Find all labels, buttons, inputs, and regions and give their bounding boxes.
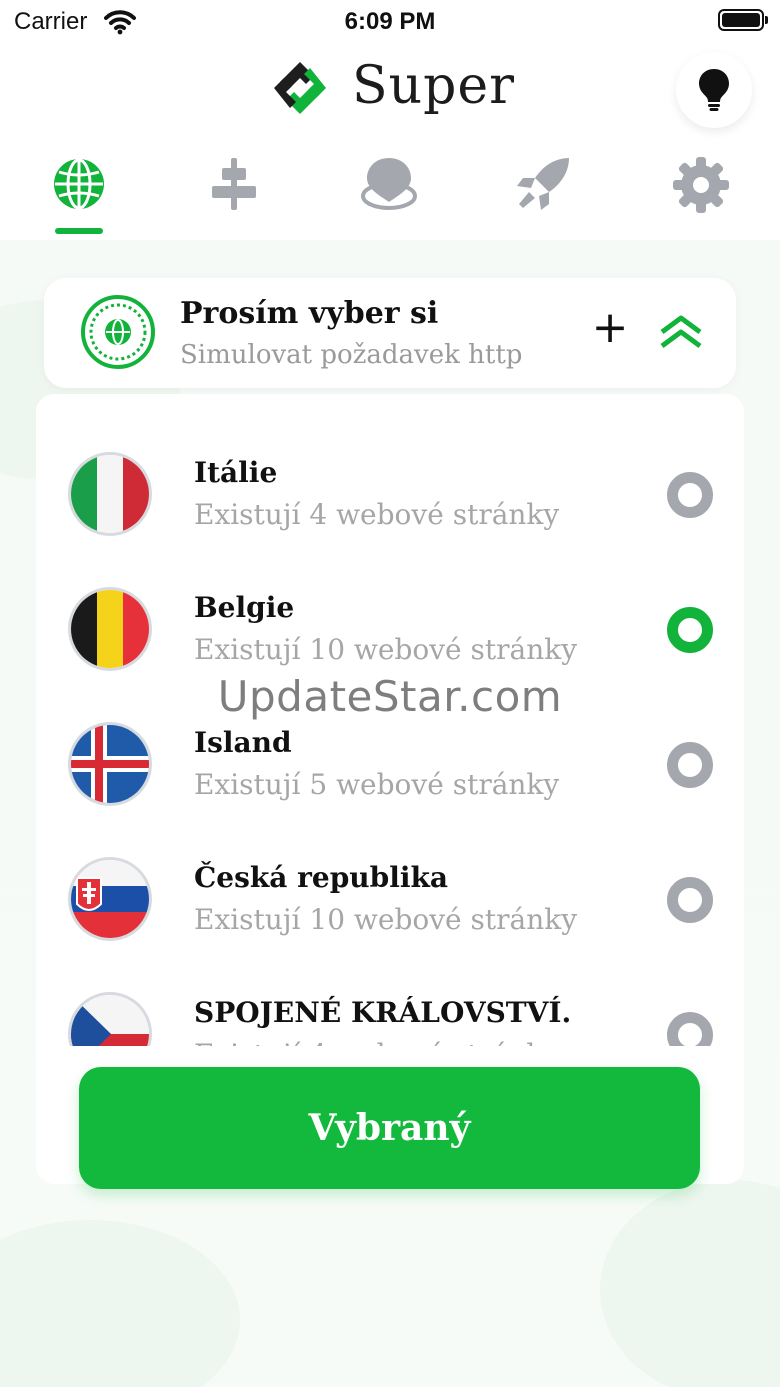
country-list: Itálie Existují 4 webové stránky Belgie Exi… [36,434,744,1046]
globe-badge-icon [81,295,155,369]
country-list-item[interactable]: Itálie Existují 4 webové stránky [36,434,744,569]
lightbulb-icon [699,69,729,111]
country-list-item[interactable]: SPOJENÉ KRÁLOVSTVÍ. Existují 4 webové str… [36,974,744,1046]
background-shape [600,1180,780,1387]
clock-time: 6:09 PM [344,8,436,35]
country-radio-button[interactable] [667,472,713,518]
tab-rocket[interactable] [504,148,584,238]
tab-location[interactable] [349,148,429,238]
tab-align[interactable] [194,148,274,238]
country-radio-button[interactable] [667,1012,713,1046]
location-pin-icon [361,158,417,210]
country-radio-button[interactable] [667,607,713,653]
app-title: Super [352,56,516,116]
country-name: Česká republika [194,861,449,894]
flag-slovakia-icon [68,857,152,941]
tab-bar [0,148,780,240]
country-list-item[interactable]: Island Existují 5 webové stránky [36,704,744,839]
app-screen: Carrier 6:09 PM Super Prosím vyber si Si… [0,0,780,1387]
country-name: Itálie [194,456,278,489]
gear-icon [673,157,729,213]
tab-settings[interactable] [661,148,741,238]
selection-header-card: Prosím vyber si Simulovat požadavek http… [44,278,736,388]
country-name: Belgie [194,591,295,624]
add-button[interactable]: + [590,306,630,352]
collapse-chevron-up-icon[interactable] [658,314,704,350]
country-list-item[interactable]: Česká republika Existují 10 webové stránk… [36,839,744,974]
selector-subtitle: Simulovat požadavek http [180,340,523,370]
app-header: Super [0,44,780,140]
flag-czech-icon [68,992,152,1046]
flag-iceland-icon [68,722,152,806]
country-radio-button[interactable] [667,742,713,788]
battery-tip [765,16,768,24]
rocket-icon [517,158,569,210]
diamond-link-logo-icon [274,62,326,114]
background-shape [0,1220,240,1387]
tip-button[interactable] [676,52,752,128]
country-site-count: Existují 4 webové stránky [194,1038,559,1046]
flag-belgium-icon [68,587,152,671]
country-site-count: Existují 10 webové stránky [194,903,578,936]
country-name: SPOJENÉ KRÁLOVSTVÍ. [194,996,572,1029]
battery-icon [718,9,764,31]
watermark-text: UpdateStar.com [217,672,563,721]
country-list-panel: Itálie Existují 4 webové stránky Belgie Exi… [36,394,744,1184]
country-radio-button[interactable] [667,877,713,923]
country-site-count: Existují 10 webové stránky [194,633,578,666]
flag-italy-icon [68,452,152,536]
active-tab-indicator [55,228,103,234]
country-site-count: Existují 5 webové stránky [194,768,560,801]
status-bar: Carrier 6:09 PM [0,0,780,44]
country-name: Island [194,726,292,759]
country-site-count: Existují 4 webové stránky [194,498,560,531]
align-center-icon [212,158,256,210]
confirm-button[interactable]: Vybraný [79,1067,700,1189]
globe-icon [54,158,104,210]
selector-title: Prosím vyber si [180,296,439,331]
tab-globe[interactable] [39,148,119,238]
